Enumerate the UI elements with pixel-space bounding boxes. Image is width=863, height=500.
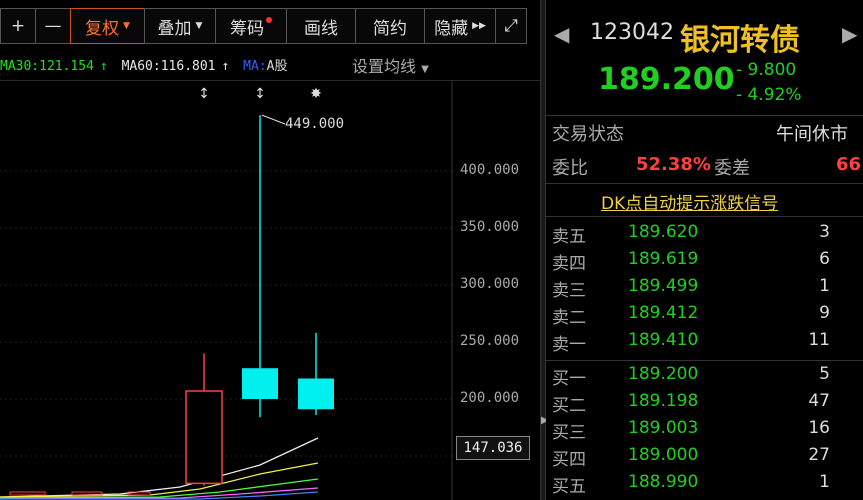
chart-panel: + — 复权 ▼ 叠加 ▼ 筹码 画线 简约 隐藏 ▶▶ ⤢ MA30:121.154… [0, 0, 540, 500]
ask-row[interactable]: 卖三 189.499 1 [546, 276, 863, 303]
bid-vol: 1 [819, 472, 830, 492]
high-annotation: 449.000 [285, 116, 345, 132]
y-tick-400: 400.000 [460, 162, 520, 178]
bid-price: 189.200 [628, 364, 699, 384]
collapse-arrow-icon[interactable]: ▶ [541, 415, 549, 439]
divider [546, 360, 863, 361]
moving-average-lines [0, 437, 319, 500]
ask-row[interactable]: 卖四 189.619 6 [546, 249, 863, 276]
ask-vol: 3 [819, 222, 830, 242]
bid-row[interactable]: 买一 189.200 5 [546, 364, 863, 391]
weibi-value: 52.38% [636, 154, 711, 175]
y-tick-300: 300.000 [460, 276, 520, 292]
divider [546, 216, 863, 217]
weibi-label: 委比 [552, 158, 588, 179]
bid-price: 189.198 [628, 391, 699, 411]
ma-line [0, 437, 319, 498]
bid-label: 买二 [552, 396, 586, 416]
candle-body [298, 378, 334, 410]
ask-price: 189.412 [628, 303, 699, 323]
small-candle [9, 491, 46, 496]
ask-price: 189.410 [628, 330, 699, 350]
bid-row[interactable]: 买三 189.003 16 [546, 418, 863, 445]
price-change-pct: - 4.92% [736, 85, 802, 105]
bid-row[interactable]: 买二 189.198 47 [546, 391, 863, 418]
candle-body [242, 368, 278, 399]
ask-vol: 1 [819, 276, 830, 296]
bid-label: 买四 [552, 450, 586, 470]
event-marker-icon: ✸ [310, 86, 322, 102]
ask-vol: 6 [819, 249, 830, 269]
stock-name: 银河转债 [680, 23, 800, 58]
price-change: - 9.800 [736, 60, 797, 80]
ask-row[interactable]: 卖二 189.412 9 [546, 303, 863, 330]
ask-row[interactable]: 卖一 189.410 11 [546, 330, 863, 357]
stock-code: 123042 [590, 20, 674, 45]
current-price: 189.200 [598, 62, 735, 97]
dk-signal-link[interactable]: DK点自动提示涨跌信号 [601, 189, 778, 214]
candle-body [185, 390, 223, 485]
ask-label: 卖一 [552, 335, 586, 355]
weicha-value: 66 [836, 154, 862, 175]
bid-vol: 27 [808, 445, 830, 465]
last-price-tag: 147.036 [456, 436, 530, 460]
bid-label: 买三 [552, 423, 586, 443]
small-candle [71, 491, 103, 496]
bid-label: 买五 [552, 477, 586, 497]
next-stock-icon[interactable]: ▶ [842, 22, 857, 46]
event-marker-icon: ↕ [198, 86, 210, 102]
event-markers: ↕ ↕ ✸ [198, 86, 322, 102]
bid-vol: 16 [808, 418, 830, 438]
event-marker-icon: ↕ [254, 86, 266, 102]
ask-price: 189.620 [628, 222, 699, 242]
ask-label: 卖五 [552, 227, 586, 247]
high-arrow-line [261, 114, 286, 125]
ask-label: 卖四 [552, 254, 586, 274]
bid-vol: 5 [819, 364, 830, 384]
ask-label: 卖三 [552, 281, 586, 301]
bid-row[interactable]: 买五 188.990 1 [546, 472, 863, 499]
trade-status-value: 午间休市 [776, 124, 848, 145]
small-candle [127, 491, 151, 496]
prev-stock-icon[interactable]: ◀ [554, 22, 569, 46]
bid-price: 188.990 [628, 472, 699, 492]
candlestick-chart: ↕ ↕ ✸ [0, 81, 453, 500]
grid-lines [0, 81, 453, 500]
ask-price: 189.619 [628, 249, 699, 269]
trade-status-label: 交易状态 [552, 124, 624, 145]
bid-price: 189.000 [628, 445, 699, 465]
y-tick-250: 250.000 [460, 333, 520, 349]
bid-row[interactable]: 买四 189.000 27 [546, 445, 863, 472]
ask-vol: 11 [808, 330, 830, 350]
y-tick-350: 350.000 [460, 219, 520, 235]
ask-price: 189.499 [628, 276, 699, 296]
ask-vol: 9 [819, 303, 830, 323]
divider [546, 183, 863, 184]
ask-label: 卖二 [552, 308, 586, 328]
divider [546, 115, 863, 116]
quote-panel: ◀ 123042 银河转债 ▶ 189.200 - 9.800 - 4.92% … [546, 0, 863, 500]
bid-vol: 47 [808, 391, 830, 411]
bid-label: 买一 [552, 369, 586, 389]
y-tick-200: 200.000 [460, 390, 520, 406]
bid-price: 189.003 [628, 418, 699, 438]
ask-row[interactable]: 卖五 189.620 3 [546, 222, 863, 249]
weicha-label: 委差 [714, 158, 750, 179]
